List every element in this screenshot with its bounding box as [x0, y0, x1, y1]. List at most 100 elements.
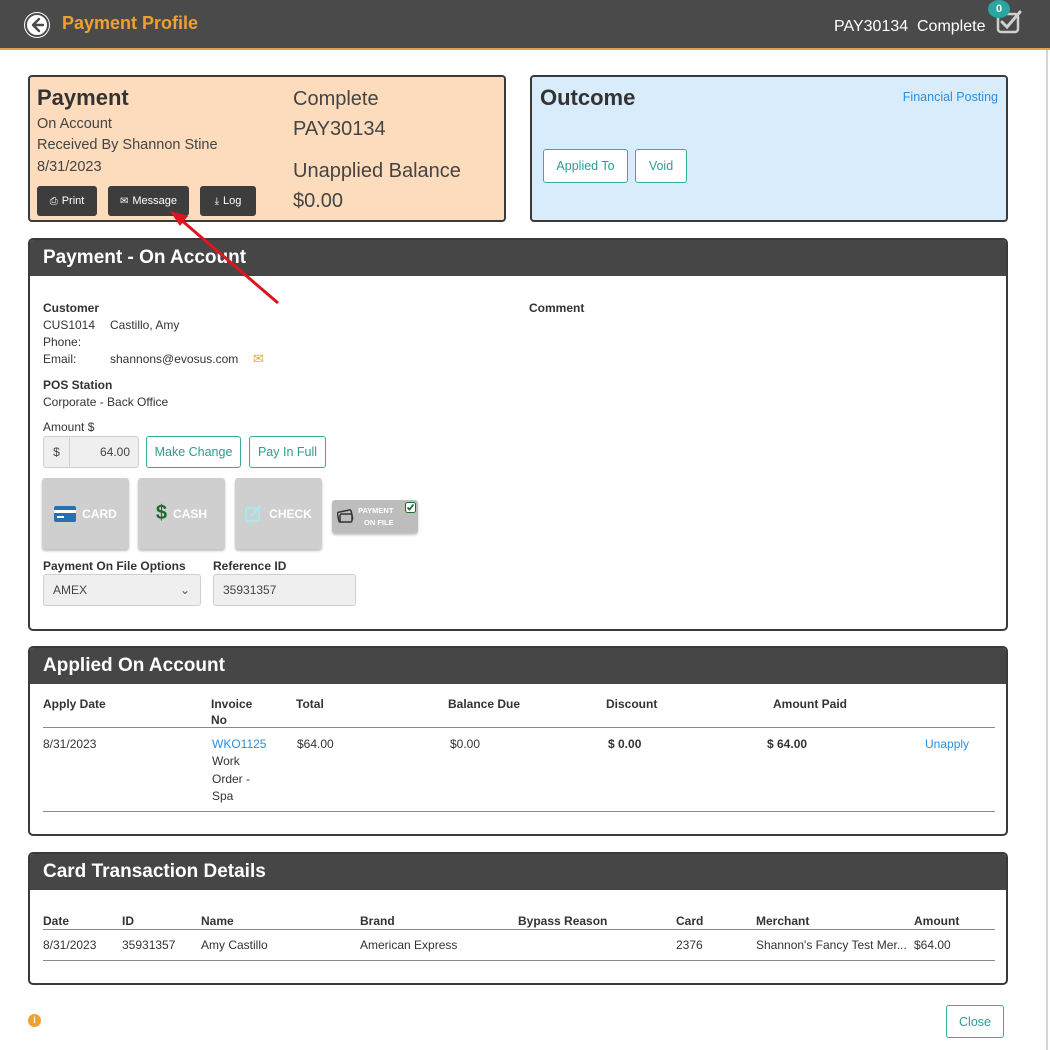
- check-tender-button[interactable]: CHECK: [235, 478, 322, 549]
- outcome-card: Outcome Financial Posting Applied To Voi…: [530, 75, 1008, 222]
- customer-name: Castillo, Amy: [110, 318, 180, 332]
- card-row-date: 8/31/2023: [43, 938, 97, 952]
- invoice-link[interactable]: WKO1125: [212, 737, 266, 751]
- payment-on-file-button[interactable]: PAYMENT ON FILE: [332, 500, 418, 533]
- payment-id: PAY30134: [293, 118, 386, 140]
- phone-label: Phone:: [43, 335, 82, 349]
- applied-on-account-panel: Applied On Account Apply Date Invoice No…: [28, 646, 1008, 836]
- card-row-name: Amy Castillo: [201, 938, 268, 952]
- reference-id-input[interactable]: 35931357: [213, 574, 356, 606]
- col-invoice-no-2: No: [211, 713, 227, 727]
- card-tender-button[interactable]: CARD: [42, 478, 129, 549]
- chevron-down-icon: ⌄: [179, 583, 190, 597]
- row-apply-date: 8/31/2023: [43, 737, 97, 751]
- payment-on-file-icon: [337, 509, 354, 523]
- payment-status: Complete: [293, 88, 379, 110]
- cash-tender-label: CASH: [173, 506, 208, 521]
- envelope-icon: ✉: [119, 195, 129, 207]
- dollar-icon: $: [155, 502, 168, 524]
- pof-options-label: Payment On File Options: [43, 559, 186, 573]
- customer-id: CUS1014: [43, 318, 96, 332]
- pof-label-line1: PAYMENT: [358, 506, 394, 515]
- credit-card-icon: [54, 505, 77, 522]
- card-row-merchant: Shannon's Fancy Test Mer...: [756, 938, 907, 952]
- check-tender-label: CHECK: [269, 506, 312, 521]
- message-button-label: Message: [132, 195, 178, 207]
- row-amount-paid: $ 64.00: [767, 737, 808, 751]
- col-amount: Amount: [914, 914, 960, 928]
- pof-options-select[interactable]: AMEX ⌄: [43, 574, 201, 606]
- applied-panel-title: Applied On Account: [30, 648, 1006, 684]
- email-envelope-icon[interactable]: ✉: [253, 351, 264, 367]
- pos-station-label: POS Station: [43, 378, 113, 392]
- pay-in-full-button[interactable]: Pay In Full: [249, 436, 326, 468]
- col-bypass-reason: Bypass Reason: [518, 914, 608, 928]
- financial-posting-link[interactable]: Financial Posting: [903, 90, 998, 104]
- amount-label: Amount $: [43, 420, 95, 434]
- log-button[interactable]: ⤓ Log: [200, 186, 256, 216]
- pos-station-value: Corporate - Back Office: [43, 395, 169, 409]
- unapplied-balance-label: Unapplied Balance: [293, 160, 461, 182]
- card-row-amount: $64.00: [914, 938, 951, 952]
- amount-input[interactable]: $ 64.00: [43, 436, 139, 468]
- message-button[interactable]: ✉ Message: [108, 186, 189, 216]
- invoice-desc-1: Work: [212, 754, 240, 768]
- make-change-button[interactable]: Make Change: [146, 436, 241, 468]
- info-icon[interactable]: i: [28, 1014, 41, 1027]
- col-invoice-no: Invoice: [211, 697, 253, 711]
- header-status: Complete: [917, 18, 986, 35]
- currency-symbol: $: [44, 437, 70, 467]
- header-payment-id: PAY30134: [834, 18, 909, 35]
- payment-panel-title: Payment - On Account: [30, 240, 1006, 276]
- invoice-desc-3: Spa: [212, 789, 234, 803]
- notification-badge: 0: [988, 0, 1010, 18]
- pof-selected-value: AMEX: [53, 583, 88, 597]
- col-card: Card: [676, 914, 704, 928]
- row-divider: [43, 811, 995, 812]
- payment-on-account-panel: Payment - On Account Customer CUS1014 Ca…: [28, 238, 1008, 631]
- header-bar: Payment Profile PAY30134 Complete 0: [0, 0, 1050, 50]
- payment-type: On Account: [37, 116, 112, 132]
- print-button-label: Print: [61, 195, 85, 207]
- row-total: $64.00: [297, 737, 334, 751]
- unapplied-balance-value: $0.00: [293, 190, 344, 212]
- check-edit-icon: [245, 504, 263, 522]
- void-button[interactable]: Void: [635, 149, 687, 183]
- col-amount-paid: Amount Paid: [773, 697, 847, 711]
- applied-to-button[interactable]: Applied To: [543, 149, 628, 183]
- log-button-label: Log: [223, 195, 242, 207]
- col-brand: Brand: [360, 914, 395, 928]
- customer-label: Customer: [43, 301, 100, 315]
- col-discount: Discount: [606, 697, 658, 711]
- unapply-link[interactable]: Unapply: [925, 737, 969, 751]
- header-divider: [43, 727, 995, 728]
- pof-label-line2: ON FILE: [364, 518, 394, 527]
- col-name: Name: [201, 914, 234, 928]
- card-panel-title: Card Transaction Details: [30, 854, 1006, 890]
- printer-icon: ⎙: [49, 195, 58, 207]
- back-arrow-icon[interactable]: [24, 12, 50, 38]
- outcome-title: Outcome: [540, 85, 636, 110]
- payment-date: 8/31/2023: [37, 159, 102, 175]
- frame-edge: [1046, 50, 1048, 1050]
- download-icon: ⤓: [214, 195, 220, 207]
- card-row-card: 2376: [676, 938, 703, 952]
- card-row-id: 35931357: [122, 938, 176, 952]
- col-total: Total: [296, 697, 324, 711]
- cash-tender-button[interactable]: $ CASH: [138, 478, 225, 549]
- comment-label: Comment: [529, 301, 585, 315]
- email-label: Email:: [43, 352, 77, 366]
- col-merchant: Merchant: [756, 914, 810, 928]
- row-discount: $ 0.00: [608, 737, 642, 751]
- print-button[interactable]: ⎙ Print: [37, 186, 97, 216]
- invoice-desc-2: Order -: [212, 772, 251, 786]
- pof-check-icon: [405, 502, 416, 513]
- payment-summary-card: Payment On Account Received By Shannon S…: [28, 75, 506, 222]
- page-title: Payment Profile: [62, 13, 199, 33]
- card-transaction-panel: Card Transaction Details Date ID Name Br…: [28, 852, 1008, 985]
- reference-id-label: Reference ID: [213, 559, 287, 573]
- close-button[interactable]: Close: [946, 1005, 1004, 1038]
- payment-received-by: Received By Shannon Stine: [37, 137, 218, 153]
- email-value: shannons@evosus.com: [110, 352, 239, 366]
- payment-card-title: Payment: [37, 85, 129, 110]
